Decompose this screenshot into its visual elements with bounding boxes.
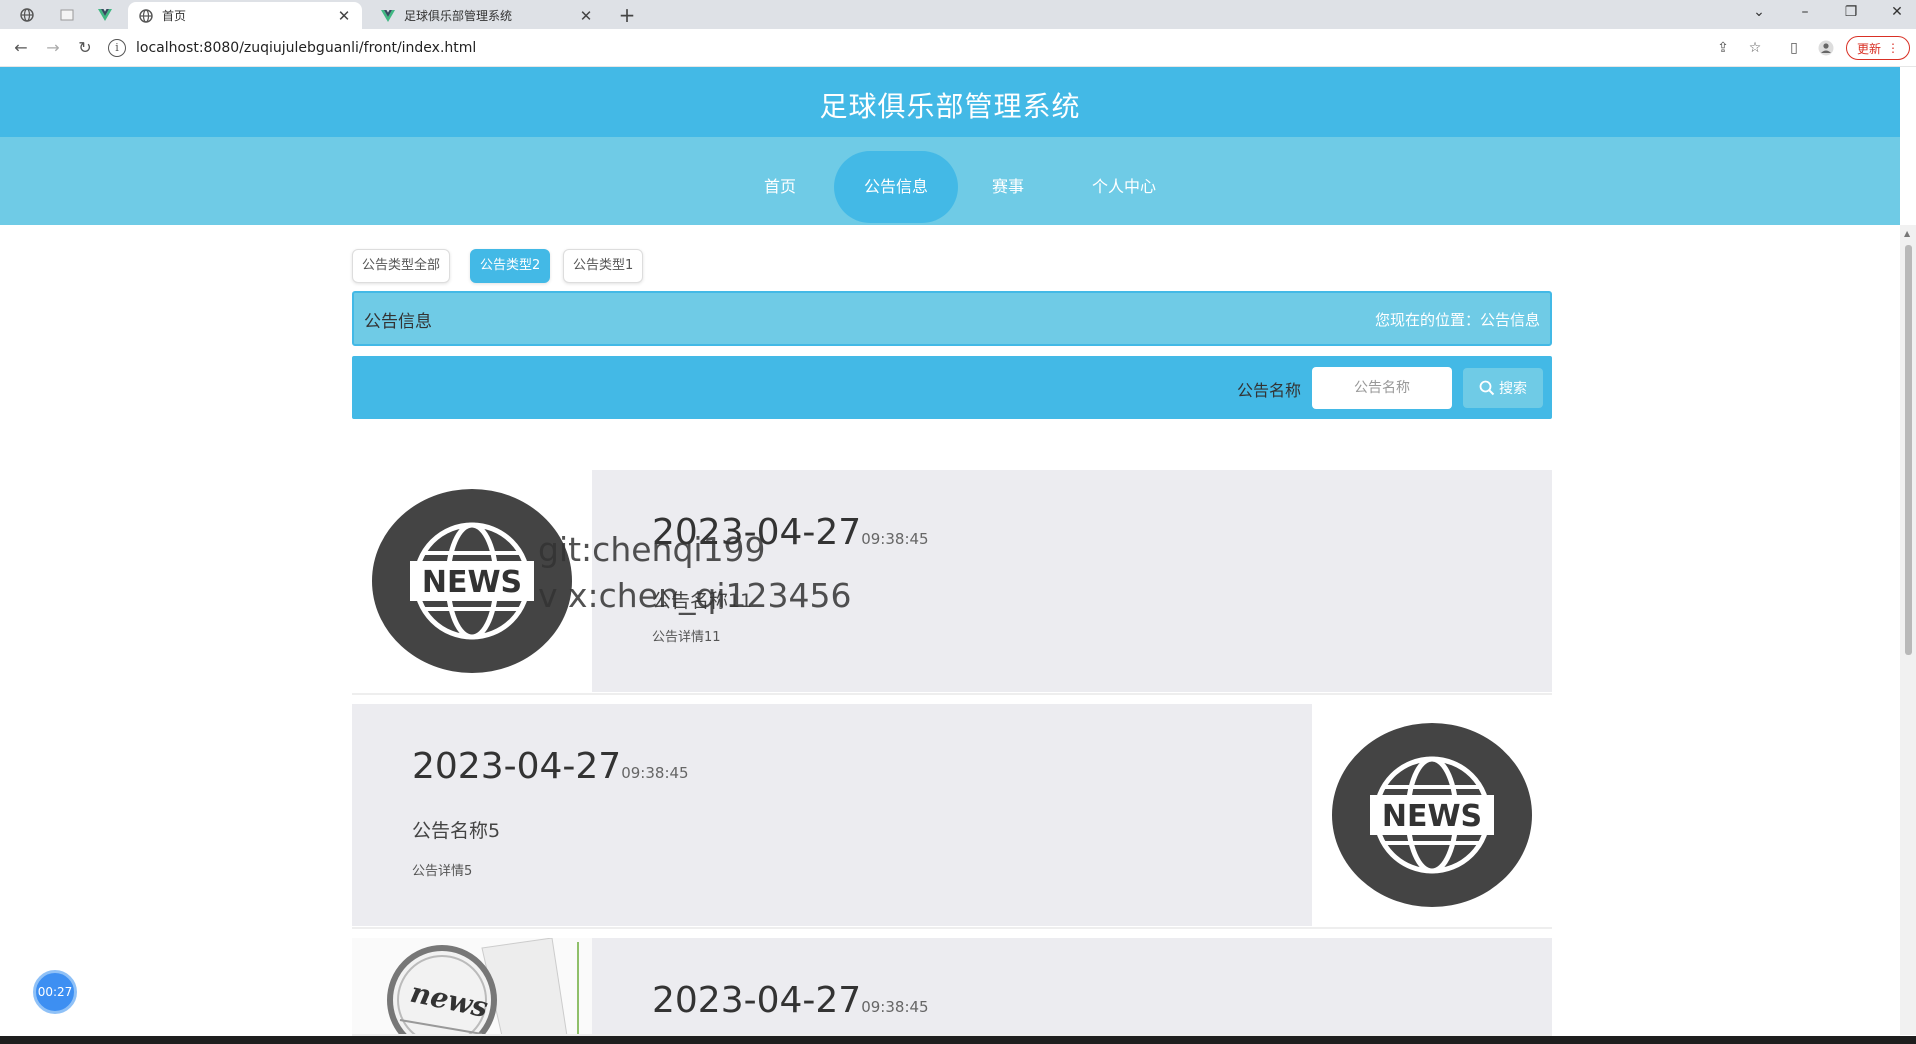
profile-icon[interactable] xyxy=(1815,37,1837,59)
site-title: 足球俱乐部管理系统 xyxy=(819,90,1081,123)
notice-card[interactable]: NEWS 2023-04-2709:38:45 公告名称11 公告详情11 xyxy=(352,470,1552,695)
search-button-label: 搜索 xyxy=(1499,381,1527,397)
address-bar[interactable]: i localhost:8080/zuqiujulebguanli/front/… xyxy=(108,33,1678,63)
close-window-button[interactable]: ✕ xyxy=(1874,0,1916,29)
notice-time: 09:38:45 xyxy=(861,998,929,1016)
vue-logo-icon xyxy=(380,8,396,24)
minimize-button[interactable]: – xyxy=(1782,0,1828,29)
notice-date: 2023-04-2709:38:45 xyxy=(412,746,689,787)
site-header: 足球俱乐部管理系统 xyxy=(0,67,1900,137)
svg-text:NEWS: NEWS xyxy=(422,565,522,600)
search-icon xyxy=(1479,380,1495,396)
newspaper-magnifier-icon: news xyxy=(352,938,592,1034)
tab-title: 首页 xyxy=(162,9,187,23)
notice-detail: 公告详情5 xyxy=(412,864,473,879)
forward-arrow-icon[interactable]: → xyxy=(40,35,66,61)
search-label: 公告名称 xyxy=(1237,381,1302,400)
taskbar-edge xyxy=(0,1036,1916,1044)
notice-text-area: 2023-04-2709:38:45 公告名称5 公告详情5 xyxy=(352,704,1312,926)
page-icon xyxy=(60,9,74,21)
search-bar: 公告名称 搜索 xyxy=(352,356,1552,419)
vue-logo-icon xyxy=(98,9,112,21)
bookmark-star-icon[interactable]: ☆ xyxy=(1744,37,1766,59)
breadcrumb: 公告信息 您现在的位置：公告信息 xyxy=(352,291,1552,346)
update-label: 更新 xyxy=(1856,41,1881,56)
notice-date: 2023-04-2709:38:45 xyxy=(652,980,929,1021)
notice-time: 09:38:45 xyxy=(861,530,929,548)
new-tab-button[interactable]: + xyxy=(614,2,640,28)
tab-search-icon[interactable]: ⌄ xyxy=(1736,0,1782,29)
pinned-tab-vue[interactable] xyxy=(92,4,118,26)
reload-icon[interactable]: ↻ xyxy=(72,35,98,61)
nav-matches[interactable]: 赛事 xyxy=(982,151,1034,223)
svg-text:NEWS: NEWS xyxy=(1382,799,1482,834)
search-button[interactable]: 搜索 xyxy=(1463,368,1543,408)
page-scrollbar[interactable]: ▲ xyxy=(1900,225,1916,1035)
nav-personal-center[interactable]: 个人中心 xyxy=(1084,151,1164,223)
browser-tab-strip: 首页 ✕ 足球俱乐部管理系统 ✕ + ⌄ – ❐ ✕ xyxy=(0,0,1916,29)
back-arrow-icon[interactable]: ← xyxy=(8,35,34,61)
main-nav: 首页 公告信息 赛事 个人中心 xyxy=(0,137,1900,225)
notice-card[interactable]: 2023-04-2709:38:45 公告名称5 公告详情5 NEWS xyxy=(352,704,1552,929)
nav-notices[interactable]: 公告信息 xyxy=(834,151,958,223)
scroll-thumb[interactable] xyxy=(1905,245,1912,655)
more-menu-icon: ⋮ xyxy=(1887,41,1899,55)
pinned-tab-globe[interactable] xyxy=(14,4,40,26)
share-icon[interactable]: ⇪ xyxy=(1712,37,1734,59)
restore-button[interactable]: ❐ xyxy=(1828,0,1874,29)
tab-title: 足球俱乐部管理系统 xyxy=(404,9,513,23)
notice-text-area: 2023-04-2709:38:45 xyxy=(592,938,1552,1034)
notice-time: 09:38:45 xyxy=(621,764,689,782)
update-button[interactable]: 更新 ⋮ xyxy=(1846,36,1910,60)
page-title: 公告信息 xyxy=(364,312,432,332)
watermark-line-2: v x:chen_qi123456 xyxy=(538,576,852,615)
news-globe-icon: NEWS xyxy=(1312,704,1552,926)
nav-home[interactable]: 首页 xyxy=(752,151,808,223)
notice-name: 公告名称5 xyxy=(412,820,501,842)
pinned-tab-blank[interactable] xyxy=(54,4,80,26)
filter-type-1[interactable]: 公告类型1 xyxy=(563,249,644,283)
scroll-up-arrow-icon[interactable]: ▲ xyxy=(1904,229,1910,238)
tab-football-club[interactable]: 足球俱乐部管理系统 ✕ xyxy=(370,2,604,29)
search-input[interactable] xyxy=(1312,367,1452,409)
globe-icon xyxy=(20,8,34,22)
tab-home[interactable]: 首页 ✕ xyxy=(128,2,362,29)
site-info-icon[interactable]: i xyxy=(108,39,126,57)
watermark-line-1: git:chenqi199 xyxy=(538,530,766,569)
side-panel-icon[interactable]: ▯ xyxy=(1783,37,1805,59)
filter-type-all[interactable]: 公告类型全部 xyxy=(352,249,451,283)
close-tab-icon[interactable]: ✕ xyxy=(336,7,352,25)
current-location: 您现在的位置：公告信息 xyxy=(1374,311,1540,329)
close-tab-icon[interactable]: ✕ xyxy=(578,7,594,25)
url-text: localhost:8080/zuqiujulebguanli/front/in… xyxy=(136,40,477,56)
browser-toolbar: ← → ↻ i localhost:8080/zuqiujulebguanli/… xyxy=(0,29,1916,67)
recording-timer[interactable]: 00:27 xyxy=(33,970,77,1014)
filter-type-2[interactable]: 公告类型2 xyxy=(470,249,551,283)
globe-icon xyxy=(138,8,154,24)
notice-detail: 公告详情11 xyxy=(652,630,721,645)
notice-card[interactable]: news 2023-04-2709:38:45 xyxy=(352,938,1552,1036)
